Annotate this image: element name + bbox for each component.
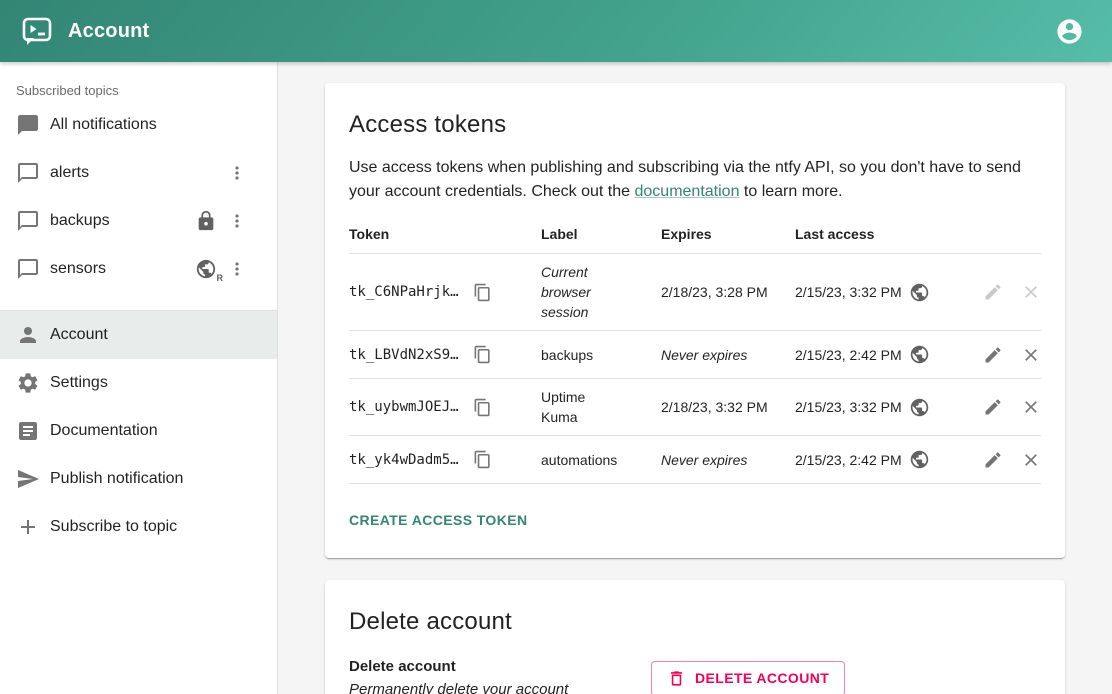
nav-label: Documentation [50,422,261,440]
token-table-row: tk_uybwmJOEJ… Uptime Kuma 2/18/23, 3:32 … [349,379,1041,436]
delete-token-icon[interactable] [1021,450,1041,470]
sidebar-item-publish-notification[interactable]: Publish notification [0,455,277,503]
chat-bubble-outline-icon [16,161,40,185]
token-label: backups [541,345,593,365]
sidebar-topic-backups[interactable]: backups [0,197,277,245]
topic-label: All notifications [50,116,261,134]
col-header-label: Label [541,216,661,253]
sidebar-topics: All notifications alerts backups sensorsR [0,101,277,293]
topic-menu-icon[interactable] [227,257,247,281]
delete-account-row-subtitle: Permanently delete your account [349,681,651,694]
copy-icon[interactable] [473,345,492,364]
sidebar-topic-sensors[interactable]: sensorsR [0,245,277,293]
ntfy-terminal-bubble-icon [20,14,54,48]
sidebar-topic-all-notifications[interactable]: All notifications [0,101,277,149]
edit-token-icon[interactable] [983,450,1003,470]
subscribed-topics-label: Subscribed topics [16,83,261,98]
tokens-table-header: Token Label Expires Last access [349,216,1041,254]
description-text-after: to learn more. [739,183,842,200]
nav-label: Account [50,326,261,344]
globe-icon [909,282,930,303]
sidebar-item-account[interactable]: Account [0,311,277,359]
sidebar-item-settings[interactable]: Settings [0,359,277,407]
token-expires: Never expires [661,436,795,483]
nav-label: Settings [50,374,261,392]
nav-label: Publish notification [50,470,261,488]
token-expires: Never expires [661,331,795,378]
nav-label: Subscribe to topic [50,518,261,536]
token-expires: 2/18/23, 3:28 PM [661,269,795,316]
app-header: Account [0,0,1112,62]
sidebar-nav: Account Settings Documentation Publish noti… [0,311,277,551]
topic-label: alerts [50,164,227,182]
token-last-access: 2/15/23, 2:42 PM [795,452,902,468]
col-header-expires: Expires [661,216,795,253]
edit-token-icon[interactable] [983,345,1003,365]
token-value: tk_uybwmJOEJ… [349,399,459,415]
col-header-token: Token [349,216,541,253]
chat-bubble-outline-icon [16,209,40,233]
delete-account-row-title: Delete account [349,658,651,675]
token-table-row: tk_yk4wDadm5… automations Never expires … [349,436,1041,484]
topic-label: backups [50,212,195,230]
sidebar-item-subscribe-to-topic[interactable]: Subscribe to topic [0,503,277,551]
delete-account-title: Delete account [349,608,1041,636]
topic-menu-icon[interactable] [227,209,247,233]
documentation-link[interactable]: documentation [635,183,740,200]
globe-reserved-icon: R [195,258,217,280]
token-label: automations [541,450,617,470]
token-last-access: 2/15/23, 3:32 PM [795,399,902,415]
sidebar-topic-alerts[interactable]: alerts [0,149,277,197]
access-tokens-title: Access tokens [349,111,1041,139]
create-access-token-button[interactable]: CREATE ACCESS TOKEN [349,506,527,534]
delete-account-button[interactable]: DELETE ACCOUNT [651,661,845,694]
main-content: Access tokens Use access tokens when pub… [278,62,1112,694]
col-header-last-access: Last access [795,216,953,253]
gear-icon [16,371,40,395]
token-value: tk_yk4wDadm5… [349,452,459,468]
article-icon [16,419,40,443]
token-value: tk_LBVdN2xS9… [349,347,459,363]
send-icon [16,467,40,491]
copy-icon[interactable] [473,398,492,417]
globe-icon [909,397,930,418]
token-last-access: 2/15/23, 3:32 PM [795,284,902,300]
delete-token-icon[interactable] [1021,397,1041,417]
edit-token-icon [983,282,1003,302]
delete-token-icon [1021,282,1041,302]
globe-icon [909,344,930,365]
copy-icon[interactable] [473,283,492,302]
delete-token-icon[interactable] [1021,345,1041,365]
token-label: Current browser session [541,262,625,322]
trash-icon [667,669,686,688]
globe-icon [909,449,930,470]
token-table-row: tk_LBVdN2xS9… backups Never expires 2/15… [349,331,1041,379]
page-title: Account [68,20,149,43]
token-expires: 2/18/23, 3:32 PM [661,384,795,431]
token-label: Uptime Kuma [541,387,625,427]
person-icon [16,323,40,347]
sidebar-item-documentation[interactable]: Documentation [0,407,277,455]
topic-menu-icon[interactable] [227,161,247,185]
copy-icon[interactable] [473,450,492,469]
plus-icon [16,515,40,539]
chat-bubble-outline-icon [16,257,40,281]
account-circle-icon[interactable] [1049,11,1090,52]
token-last-access: 2/15/23, 2:42 PM [795,347,902,363]
token-table-row: tk_C6NPaHrjk… Current browser session 2/… [349,254,1041,331]
topic-label: sensors [50,260,195,278]
access-tokens-card: Access tokens Use access tokens when pub… [325,83,1065,558]
access-tokens-description: Use access tokens when publishing and su… [349,156,1041,204]
delete-account-row: Delete account Permanently delete your a… [349,658,1041,694]
delete-account-card: Delete account Delete account Permanentl… [325,580,1065,694]
edit-token-icon[interactable] [983,397,1003,417]
chat-bubble-filled-icon [16,113,40,137]
tokens-table: Token Label Expires Last access tk_C6NPa… [349,216,1041,484]
token-value: tk_C6NPaHrjk… [349,284,459,300]
sidebar: Subscribed topics All notifications alert… [0,62,278,694]
lock-icon [195,210,217,232]
delete-account-button-label: DELETE ACCOUNT [695,670,829,686]
